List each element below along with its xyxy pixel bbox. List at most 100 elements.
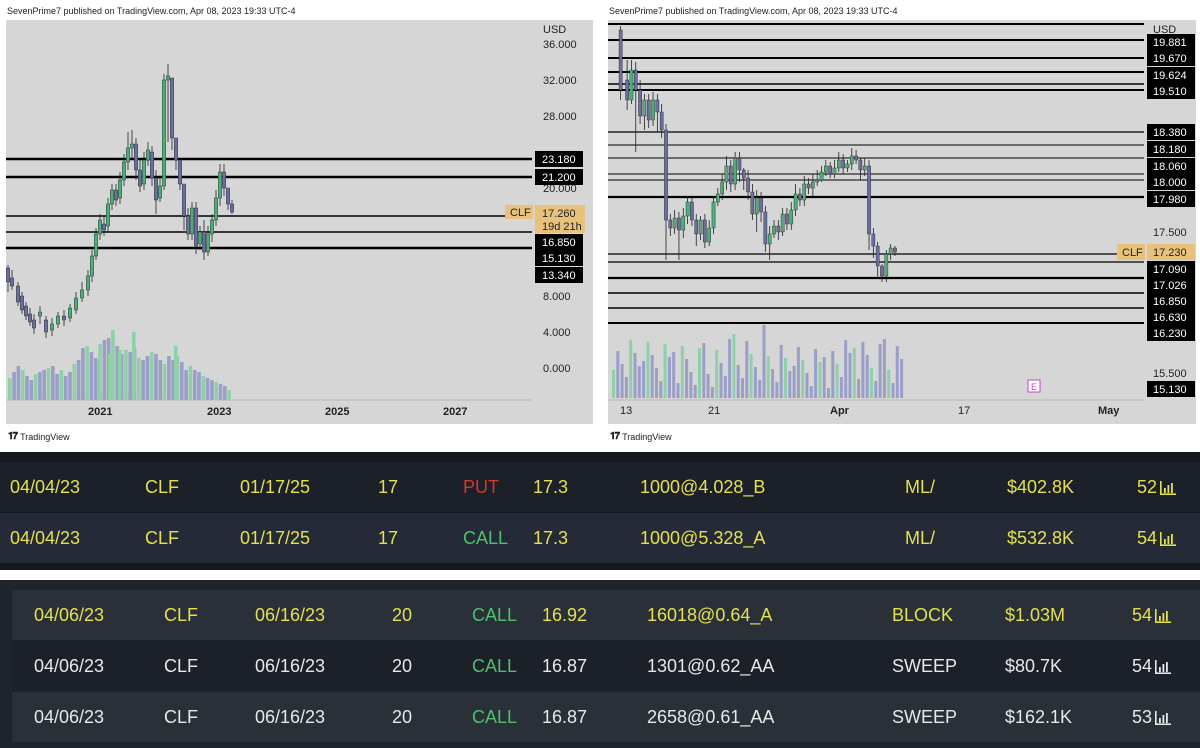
right-level-tag-text: 17.026: [1153, 280, 1187, 292]
flow-cell-date-text: 04/06/23: [34, 707, 105, 727]
right-volume-bar: [887, 370, 891, 398]
left-candle-body: [32, 319, 36, 329]
right-volume-bar: [655, 368, 658, 398]
flow-row[interactable]: 04/04/23 CLF 01/17/25 17 PUT 17.3 1000@4.028_B…: [0, 462, 1200, 512]
right-volume-bar: [835, 364, 839, 398]
left-candle-body: [94, 233, 98, 257]
right-candle-body: [841, 159, 845, 169]
right-volume-bar: [702, 343, 706, 398]
left-volume-bar: [20, 370, 25, 400]
right-candle-body: [776, 225, 781, 233]
right-volume-bar: [814, 349, 818, 398]
bar-chart-icon: [1155, 660, 1172, 675]
right-candle-body: [802, 183, 807, 201]
flow-cell-expiry-text: 01/17/25: [240, 477, 311, 497]
right-candle-body: [759, 197, 763, 213]
left-candle-body: [74, 297, 78, 311]
left-volume-bar: [81, 348, 85, 400]
left-price-tick: 36.000: [543, 39, 577, 51]
right-volume-bar: [805, 373, 809, 398]
right-candle-body: [832, 167, 837, 175]
right-volume-bar: [784, 358, 787, 398]
left-candle-body: [142, 159, 146, 185]
right-candle-body: [638, 89, 642, 117]
flow-cell-kind-text: SWEEP: [892, 656, 958, 676]
right-candle-body: [793, 193, 798, 211]
flow-cell-expiry: 06/16/23: [255, 641, 325, 691]
flow-cell-expiry: 06/16/23: [255, 590, 325, 640]
flow-cell-ticker-text: CLF: [145, 528, 180, 548]
right-volume-bar: [771, 369, 775, 398]
left-candle-body: [44, 319, 48, 333]
right-level-tag-text: 17.980: [1153, 194, 1187, 206]
flow-cell-fill-text: 2658@0.61_AA: [647, 707, 775, 727]
flow-cell-strike: 17: [378, 513, 398, 563]
left-price-tick: 0.000: [543, 363, 571, 375]
right-volume-bar: [693, 385, 697, 398]
left-candle-body: [90, 255, 94, 277]
left-volume-bar: [46, 368, 51, 400]
right-volume-bar: [839, 377, 843, 398]
left-chart-plot[interactable]: 36.000 32.000 28.000 20.000 8.000 4.000 0.000 U…: [6, 20, 593, 424]
flow-row[interactable]: 04/06/23 CLF 06/16/23 20 CALL 16.87 1301@0.62_…: [12, 641, 1200, 691]
left-volume-bar: [12, 372, 16, 400]
left-volume-bar: [63, 376, 68, 400]
right-volume-bar: [667, 357, 671, 398]
left-volume-bar: [201, 376, 206, 400]
right-volume-bar: [676, 383, 680, 398]
left-candle-body: [122, 161, 126, 181]
right-candle-body: [646, 99, 651, 121]
left-countdown-text: 19d 21h: [542, 221, 582, 233]
flow-cell-type: PUT: [463, 462, 499, 512]
flow-cell-spot-text: 17.3: [533, 528, 569, 548]
left-candle-body: [126, 147, 130, 163]
right-volume-bar: [745, 341, 749, 398]
right-volume-bar: [616, 351, 620, 398]
right-price-tick: 17.500: [1153, 227, 1187, 239]
right-last-price-text: 17.230: [1153, 247, 1187, 259]
right-time-tick: 21: [708, 405, 720, 417]
right-volume-bar: [891, 383, 895, 398]
right-candle-body: [728, 165, 733, 185]
left-chart-svg: 36.00032.00028.00020.0008.0004.0000.000U…: [6, 20, 593, 424]
left-candle-body: [16, 285, 20, 303]
left-candle-body: [202, 231, 206, 253]
flow-cell-premium-text: $1.03M: [1005, 605, 1066, 625]
right-volume-bar: [831, 351, 835, 398]
right-candle-body: [871, 233, 876, 247]
left-volume-bar: [29, 380, 34, 400]
left-volume-bar: [124, 350, 128, 400]
left-volume-bar: [85, 346, 89, 400]
right-volume-bar: [779, 345, 783, 398]
flow-cell-score-text: 54: [1132, 656, 1153, 676]
flow-cell-fill-text: 1000@4.028_B: [640, 477, 766, 497]
left-candle-body: [86, 275, 90, 291]
left-candle-body: [162, 79, 166, 187]
flow-cell-type-text: CALL: [472, 707, 518, 727]
right-volume-bar: [788, 371, 792, 398]
flow-cell-kind: SWEEP: [892, 692, 957, 742]
right-candle-body: [854, 155, 858, 161]
left-chart-panel: 36.000 32.000 28.000 20.000 8.000 4.000 0.000 U…: [0, 0, 598, 448]
right-chart-plot[interactable]: USD 19.881 19.670 19.624 19.510 18.380 18.180 1…: [608, 20, 1196, 424]
flow-row[interactable]: 04/04/23 CLF 01/17/25 17 CALL 17.3 1000@5.328_…: [0, 513, 1200, 563]
left-level-tag-text: 16.850: [542, 237, 576, 249]
left-price-tick: 28.000: [543, 111, 577, 123]
flow-cell-type-text: CALL: [463, 528, 509, 548]
right-candle-body: [772, 225, 776, 235]
right-volume-bar: [848, 353, 852, 398]
flow-row[interactable]: 04/06/23 CLF 06/16/23 20 CALL 16.87 2658@0.61_…: [12, 692, 1200, 742]
left-volume-bar: [205, 378, 210, 400]
flow-cell-score-text: 53: [1132, 707, 1153, 727]
right-volume-bar: [637, 366, 641, 398]
flow-row[interactable]: 04/06/23 CLF 06/16/23 20 CALL 16.92 16018@0.64…: [12, 590, 1200, 640]
right-candle-body: [720, 181, 724, 195]
left-candle-body: [154, 177, 158, 201]
right-candle-body: [862, 165, 867, 171]
right-candle-body: [685, 201, 690, 217]
left-candle-body: [80, 289, 84, 299]
flow-cell-ticker: CLF: [164, 692, 198, 742]
right-candle-body: [625, 79, 629, 101]
right-brand-label: TradingView: [622, 431, 672, 442]
flow-cell-strike: 20: [392, 590, 412, 640]
